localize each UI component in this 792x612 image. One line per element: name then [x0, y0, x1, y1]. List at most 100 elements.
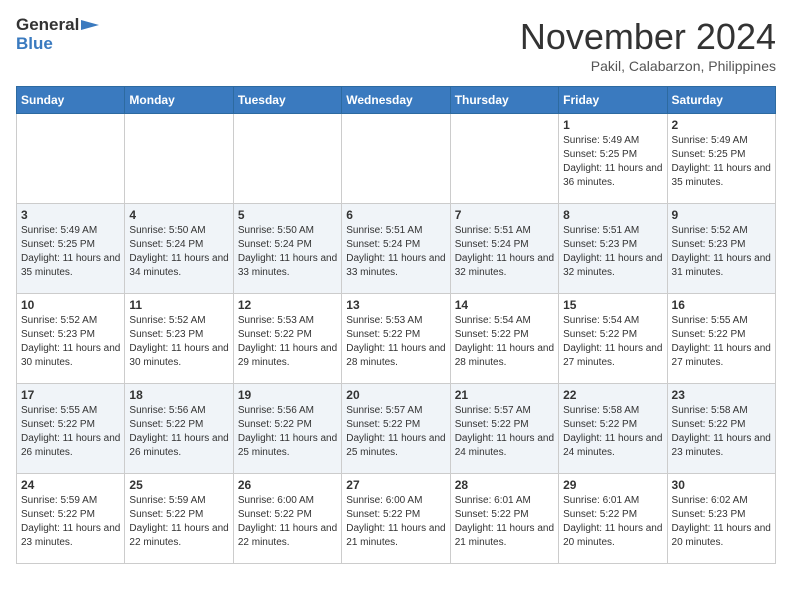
calendar-cell: [450, 114, 558, 204]
day-info: Sunrise: 5:49 AM Sunset: 5:25 PM Dayligh…: [672, 134, 771, 190]
calendar-cell: 26 Sunrise: 6:00 AM Sunset: 5:22 PM Dayli…: [233, 474, 341, 564]
day-number: 9: [672, 208, 771, 222]
day-number: 22: [563, 388, 662, 402]
day-info: Sunrise: 5:55 AM Sunset: 5:22 PM Dayligh…: [672, 314, 771, 370]
calendar-cell: 20Sunrise: 5:57 AM Sunset: 5:22 PM Dayli…: [342, 384, 450, 474]
day-header-thursday: Thursday: [450, 87, 558, 114]
calendar-cell: 10Sunrise: 5:52 AM Sunset: 5:23 PM Dayli…: [17, 294, 125, 384]
calendar-week-3: 10 Sunrise: 5:52 AM Sunset: 5:23 PM Dayli…: [17, 294, 776, 384]
day-number: 1: [563, 118, 662, 132]
day-number: 12: [238, 298, 337, 312]
day-info: Sunrise: 5:50 AM Sunset: 5:24 PM Dayligh…: [238, 224, 337, 280]
day-info: Sunrise: 6:00 AM Sunset: 5:22 PM Dayligh…: [346, 494, 445, 550]
day-header-saturday: Saturday: [667, 87, 775, 114]
calendar-cell: 15 Sunrise: 5:54 AM Sunset: 5:22 PM Dayli…: [559, 294, 667, 384]
day-number: 2: [672, 118, 771, 132]
calendar-cell: 11 Sunrise: 5:52 AM Sunset: 5:23 PM Dayli…: [125, 294, 233, 384]
day-number: 19: [238, 388, 337, 402]
day-header-friday: Friday: [559, 87, 667, 114]
day-info: Sunrise: 5:51 AM Sunset: 5:23 PM Dayligh…: [563, 224, 662, 280]
day-number: 15: [563, 298, 662, 312]
page-header: General Blue November 2024 Pakil, Calaba…: [16, 16, 776, 74]
calendar-week-2: 3 Sunrise: 5:49 AM Sunset: 5:25 PM Daylig…: [17, 204, 776, 294]
day-number: 3: [21, 208, 120, 222]
calendar-cell: 16Sunrise: 5:55 AM Sunset: 5:22 PM Dayli…: [667, 294, 775, 384]
calendar-cell: 5 Sunrise: 5:50 AM Sunset: 5:24 PM Daylig…: [233, 204, 341, 294]
day-number: 14: [455, 298, 554, 312]
day-number: 5: [238, 208, 337, 222]
day-number: 23: [672, 388, 771, 402]
day-info: Sunrise: 5:49 AM Sunset: 5:25 PM Dayligh…: [563, 134, 662, 190]
day-info: Sunrise: 5:50 AM Sunset: 5:24 PM Dayligh…: [129, 224, 228, 280]
calendar-week-4: 17Sunrise: 5:55 AM Sunset: 5:22 PM Dayli…: [17, 384, 776, 474]
day-number: 20: [346, 388, 445, 402]
day-header-wednesday: Wednesday: [342, 87, 450, 114]
calendar-cell: [125, 114, 233, 204]
day-info: Sunrise: 5:52 AM Sunset: 5:23 PM Dayligh…: [672, 224, 771, 280]
day-info: Sunrise: 5:56 AM Sunset: 5:22 PM Dayligh…: [129, 404, 228, 460]
calendar-week-1: 1 Sunrise: 5:49 AM Sunset: 5:25 PM Daylig…: [17, 114, 776, 204]
day-number: 11: [129, 298, 228, 312]
calendar-cell: [233, 114, 341, 204]
day-number: 27: [346, 478, 445, 492]
calendar-cell: 3 Sunrise: 5:49 AM Sunset: 5:25 PM Daylig…: [17, 204, 125, 294]
day-number: 21: [455, 388, 554, 402]
calendar-cell: 6Sunrise: 5:51 AM Sunset: 5:24 PM Daylig…: [342, 204, 450, 294]
day-info: Sunrise: 6:02 AM Sunset: 5:23 PM Dayligh…: [672, 494, 771, 550]
day-number: 7: [455, 208, 554, 222]
calendar-cell: 4 Sunrise: 5:50 AM Sunset: 5:24 PM Daylig…: [125, 204, 233, 294]
day-number: 24: [21, 478, 120, 492]
calendar-cell: 27 Sunrise: 6:00 AM Sunset: 5:22 PM Dayli…: [342, 474, 450, 564]
calendar-cell: 24 Sunrise: 5:59 AM Sunset: 5:22 PM Dayli…: [17, 474, 125, 564]
day-info: Sunrise: 5:56 AM Sunset: 5:22 PM Dayligh…: [238, 404, 337, 460]
calendar-cell: 29 Sunrise: 6:01 AM Sunset: 5:22 PM Dayli…: [559, 474, 667, 564]
day-number: 29: [563, 478, 662, 492]
calendar-cell: 9 Sunrise: 5:52 AM Sunset: 5:23 PM Daylig…: [667, 204, 775, 294]
day-number: 4: [129, 208, 228, 222]
calendar-cell: 21 Sunrise: 5:57 AM Sunset: 5:22 PM Dayli…: [450, 384, 558, 474]
day-number: 30: [672, 478, 771, 492]
day-info: Sunrise: 5:59 AM Sunset: 5:22 PM Dayligh…: [21, 494, 120, 550]
calendar-cell: 22Sunrise: 5:58 AM Sunset: 5:22 PM Dayli…: [559, 384, 667, 474]
day-info: Sunrise: 5:53 AM Sunset: 5:22 PM Dayligh…: [346, 314, 445, 370]
day-number: 26: [238, 478, 337, 492]
calendar-cell: 18 Sunrise: 5:56 AM Sunset: 5:22 PM Dayli…: [125, 384, 233, 474]
day-info: Sunrise: 5:58 AM Sunset: 5:22 PM Dayligh…: [672, 404, 771, 460]
calendar-table: SundayMondayTuesdayWednesdayThursdayFrid…: [16, 86, 776, 564]
calendar-cell: 8Sunrise: 5:51 AM Sunset: 5:23 PM Daylig…: [559, 204, 667, 294]
day-info: Sunrise: 5:49 AM Sunset: 5:25 PM Dayligh…: [21, 224, 120, 280]
logo: General Blue: [16, 16, 99, 53]
calendar-week-5: 24 Sunrise: 5:59 AM Sunset: 5:22 PM Dayli…: [17, 474, 776, 564]
day-info: Sunrise: 5:52 AM Sunset: 5:23 PM Dayligh…: [129, 314, 228, 370]
day-info: Sunrise: 5:59 AM Sunset: 5:22 PM Dayligh…: [129, 494, 228, 550]
month-title: November 2024: [520, 16, 776, 58]
day-header-sunday: Sunday: [17, 87, 125, 114]
logo-blue: Blue: [16, 34, 53, 53]
day-info: Sunrise: 5:51 AM Sunset: 5:24 PM Dayligh…: [455, 224, 554, 280]
day-info: Sunrise: 5:54 AM Sunset: 5:22 PM Dayligh…: [563, 314, 662, 370]
day-info: Sunrise: 5:54 AM Sunset: 5:22 PM Dayligh…: [455, 314, 554, 370]
calendar-cell: [17, 114, 125, 204]
day-number: 28: [455, 478, 554, 492]
day-info: Sunrise: 5:53 AM Sunset: 5:22 PM Dayligh…: [238, 314, 337, 370]
day-number: 17: [21, 388, 120, 402]
calendar-cell: 17Sunrise: 5:55 AM Sunset: 5:22 PM Dayli…: [17, 384, 125, 474]
day-info: Sunrise: 5:51 AM Sunset: 5:24 PM Dayligh…: [346, 224, 445, 280]
logo-text-block: General Blue: [16, 16, 99, 53]
day-header-tuesday: Tuesday: [233, 87, 341, 114]
calendar-cell: 14 Sunrise: 5:54 AM Sunset: 5:22 PM Dayli…: [450, 294, 558, 384]
day-info: Sunrise: 6:01 AM Sunset: 5:22 PM Dayligh…: [455, 494, 554, 550]
calendar-cell: 25 Sunrise: 5:59 AM Sunset: 5:22 PM Dayli…: [125, 474, 233, 564]
calendar-cell: 19 Sunrise: 5:56 AM Sunset: 5:22 PM Dayli…: [233, 384, 341, 474]
day-number: 25: [129, 478, 228, 492]
day-info: Sunrise: 6:01 AM Sunset: 5:22 PM Dayligh…: [563, 494, 662, 550]
calendar-cell: 28 Sunrise: 6:01 AM Sunset: 5:22 PM Dayli…: [450, 474, 558, 564]
day-number: 18: [129, 388, 228, 402]
day-info: Sunrise: 5:57 AM Sunset: 5:22 PM Dayligh…: [455, 404, 554, 460]
calendar-cell: 30 Sunrise: 6:02 AM Sunset: 5:23 PM Dayli…: [667, 474, 775, 564]
logo-arrow-icon: [81, 16, 99, 34]
day-number: 10: [21, 298, 120, 312]
title-block: November 2024 Pakil, Calabarzon, Philipp…: [520, 16, 776, 74]
day-info: Sunrise: 6:00 AM Sunset: 5:22 PM Dayligh…: [238, 494, 337, 550]
calendar-cell: 1 Sunrise: 5:49 AM Sunset: 5:25 PM Daylig…: [559, 114, 667, 204]
